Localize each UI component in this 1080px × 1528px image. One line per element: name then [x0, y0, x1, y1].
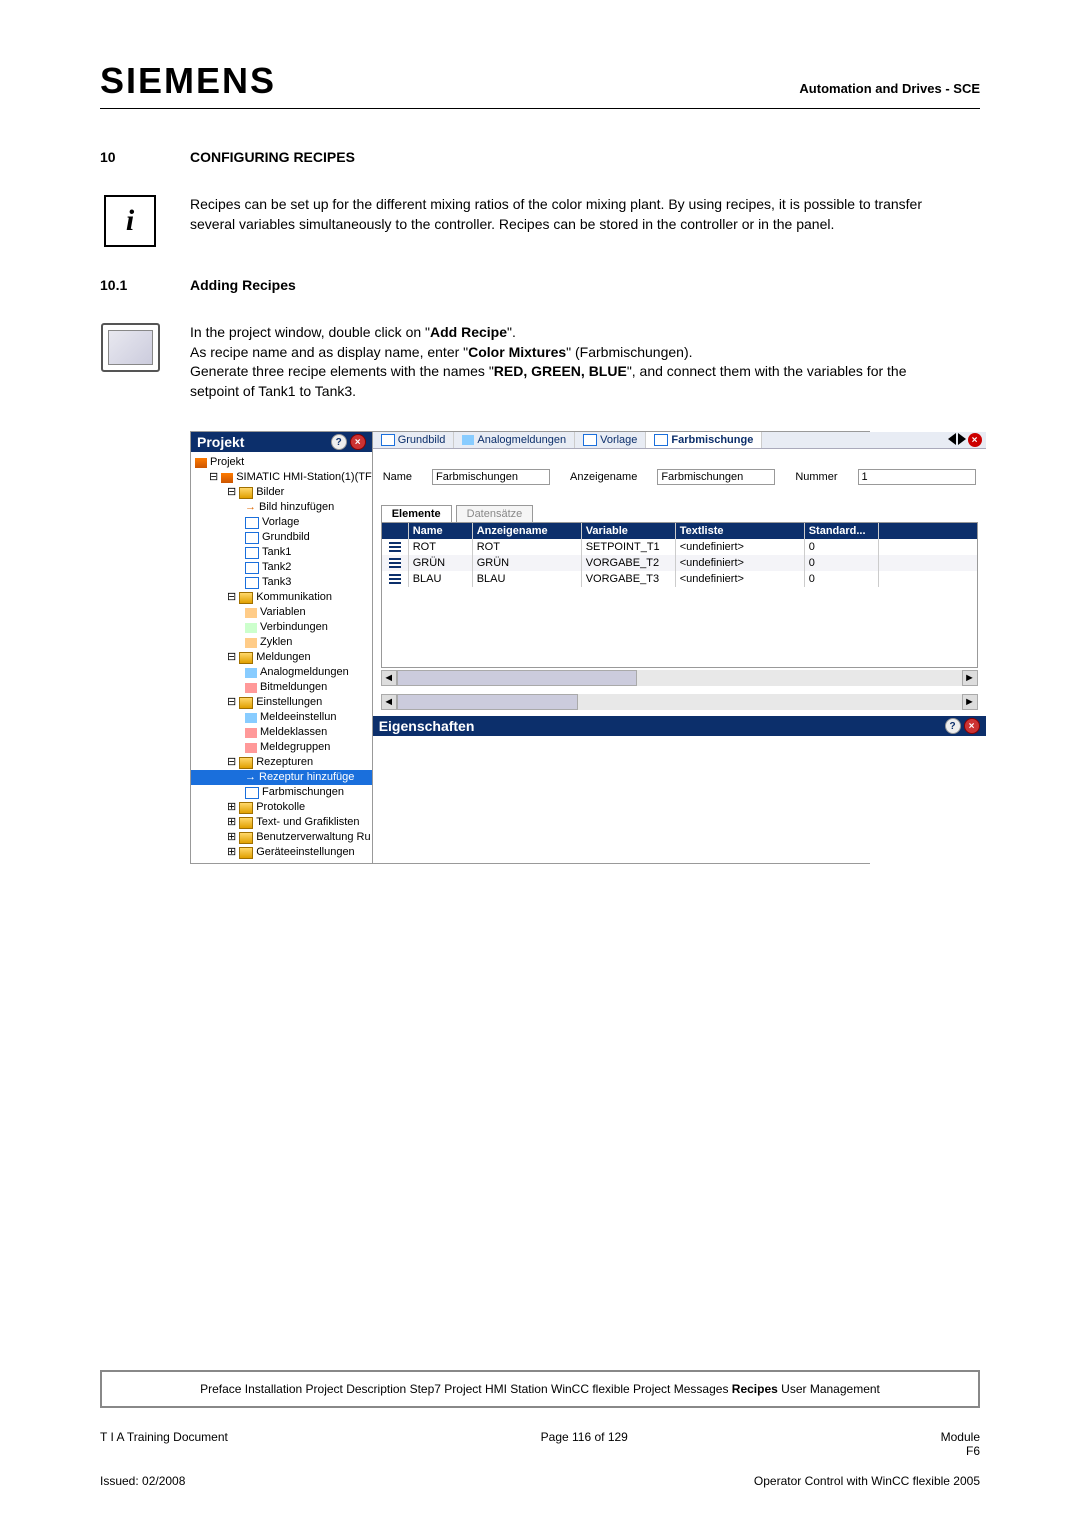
panel-hscroll[interactable]: ◄ ► [381, 694, 978, 710]
tab-prev-icon[interactable] [948, 433, 956, 445]
tab-farb[interactable]: Farbmischunge [646, 432, 762, 448]
tree-tank1[interactable]: Tank1 [191, 545, 372, 560]
col-standard[interactable]: Standard... [805, 523, 879, 539]
properties-titlebar: Eigenschaften ? × [373, 716, 986, 736]
tree-komm[interactable]: ⊟Kommunikation [191, 590, 372, 605]
tree-meldeein[interactable]: Meldeeinstellun [191, 710, 372, 725]
tree-meldegrupp[interactable]: Meldegruppen [191, 740, 372, 755]
col-variable[interactable]: Variable [582, 523, 676, 539]
properties-body [373, 736, 986, 766]
tree-add-rezept[interactable]: →Rezeptur hinzufüge [191, 770, 372, 785]
project-tree-panel: Projekt ? × Projekt ⊟SIMATIC HMI-Station… [191, 432, 373, 863]
subsection-number: 10.1 [100, 277, 140, 293]
tree-body[interactable]: Projekt ⊟SIMATIC HMI-Station(1)(TF ⊟Bild… [191, 452, 372, 863]
tab-grundbild[interactable]: Grundbild [373, 432, 455, 448]
col-anzeige[interactable]: Anzeigename [473, 523, 582, 539]
body-paragraph: In the project window, double click on "… [190, 323, 950, 401]
tree-geraete[interactable]: ⊞Geräteeinstellungen [191, 845, 372, 860]
tree-benutzer[interactable]: ⊞Benutzerverwaltung Ru [191, 830, 372, 845]
footer-right: Module [941, 1430, 980, 1444]
footer-product: Operator Control with WinCC flexible 200… [754, 1474, 980, 1488]
tree-vorlage[interactable]: Vorlage [191, 515, 372, 530]
tree-titlebar: Projekt ? × [191, 432, 372, 452]
col-textliste[interactable]: Textliste [676, 523, 805, 539]
close-icon[interactable]: × [964, 718, 980, 734]
tab-next-icon[interactable] [958, 433, 966, 445]
tree-tank3[interactable]: Tank3 [191, 575, 372, 590]
table-row[interactable]: BLAU BLAU VORGABE_T3 <undefiniert> 0 [382, 571, 977, 587]
monitor-icon [101, 323, 160, 372]
tab-row: Grundbild Analogmeldungen Vorlage Farbmi… [373, 432, 986, 449]
row-icon [389, 558, 401, 568]
help-icon[interactable]: ? [945, 718, 961, 734]
tree-einstell[interactable]: ⊟Einstellungen [191, 695, 372, 710]
tree-root[interactable]: Projekt [191, 455, 372, 470]
tree-grundbild[interactable]: Grundbild [191, 530, 372, 545]
recipe-form: Name Anzeigename Nummer [373, 449, 986, 505]
tree-textgraf[interactable]: ⊞Text- und Grafiklisten [191, 815, 372, 830]
tree-meldungen[interactable]: ⊟Meldungen [191, 650, 372, 665]
nummer-label: Nummer [795, 471, 837, 483]
tree-bilder[interactable]: ⊟Bilder [191, 485, 372, 500]
help-icon[interactable]: ? [331, 434, 347, 450]
footer-left: T I A Training Document [100, 1430, 228, 1458]
header-right-text: Automation and Drives - SCE [799, 81, 980, 96]
tree-rezept[interactable]: ⊟Rezepturen [191, 755, 372, 770]
footer-nav-box: Preface Installation Project Description… [100, 1370, 980, 1408]
row-icon [389, 574, 401, 584]
tree-protok[interactable]: ⊞Protokolle [191, 800, 372, 815]
tab-analog[interactable]: Analogmeldungen [454, 432, 575, 448]
col-name[interactable]: Name [409, 523, 473, 539]
tree-variablen[interactable]: Variablen [191, 605, 372, 620]
elements-grid: Name Anzeigename Variable Textliste Stan… [381, 522, 978, 668]
footer-right-b: F6 [966, 1444, 980, 1458]
footer-center: Page 116 of 129 [541, 1430, 628, 1458]
subsection-title: Adding Recipes [190, 277, 296, 293]
table-row[interactable]: ROT ROT SETPOINT_T1 <undefiniert> 0 [382, 539, 977, 555]
scroll-right-icon[interactable]: ► [962, 670, 978, 686]
scroll-right-icon[interactable]: ► [962, 694, 978, 710]
anzeige-label: Anzeigename [570, 471, 637, 483]
section-heading: 10 CONFIGURING RECIPES [100, 149, 980, 165]
tab-close-icon[interactable]: × [968, 433, 982, 447]
siemens-logo: SIEMENS [100, 60, 276, 102]
tree-farb[interactable]: Farbmischungen [191, 785, 372, 800]
tree-zyklen[interactable]: Zyklen [191, 635, 372, 650]
scroll-left-icon[interactable]: ◄ [381, 670, 397, 686]
page-header: SIEMENS Automation and Drives - SCE [100, 60, 980, 109]
section-number: 10 [100, 149, 140, 165]
nummer-input[interactable] [858, 469, 976, 485]
close-icon[interactable]: × [350, 434, 366, 450]
row-icon [389, 542, 401, 552]
grid-hscroll[interactable]: ◄ ► [381, 670, 978, 686]
info-icon: i [104, 195, 156, 247]
tree-tank2[interactable]: Tank2 [191, 560, 372, 575]
tree-bitmeld[interactable]: Bitmeldungen [191, 680, 372, 695]
subtab-datensaetze[interactable]: Datensätze [456, 505, 534, 522]
footer-line-1: T I A Training Document Page 116 of 129 … [100, 1430, 980, 1458]
name-input[interactable] [432, 469, 550, 485]
footer-issued: Issued: 02/2008 [100, 1474, 185, 1488]
app-screenshot: Projekt ? × Projekt ⊟SIMATIC HMI-Station… [190, 431, 870, 864]
name-label: Name [383, 471, 412, 483]
tab-vorlage[interactable]: Vorlage [575, 432, 646, 448]
intro-paragraph: Recipes can be set up for the different … [190, 195, 950, 234]
footer-line-2: Issued: 02/2008 Operator Control with Wi… [100, 1474, 980, 1488]
subtab-elemente[interactable]: Elemente [381, 505, 452, 522]
section-title: CONFIGURING RECIPES [190, 149, 355, 165]
tree-station[interactable]: ⊟SIMATIC HMI-Station(1)(TF [191, 470, 372, 485]
tree-add-bild[interactable]: →Bild hinzufügen [191, 500, 372, 515]
tree-verbind[interactable]: Verbindungen [191, 620, 372, 635]
table-row[interactable]: GRÜN GRÜN VORGABE_T2 <undefiniert> 0 [382, 555, 977, 571]
anzeige-input[interactable] [657, 469, 775, 485]
tree-meldeklass[interactable]: Meldeklassen [191, 725, 372, 740]
subsection-heading: 10.1 Adding Recipes [100, 277, 980, 293]
scroll-left-icon[interactable]: ◄ [381, 694, 397, 710]
tree-analog[interactable]: Analogmeldungen [191, 665, 372, 680]
